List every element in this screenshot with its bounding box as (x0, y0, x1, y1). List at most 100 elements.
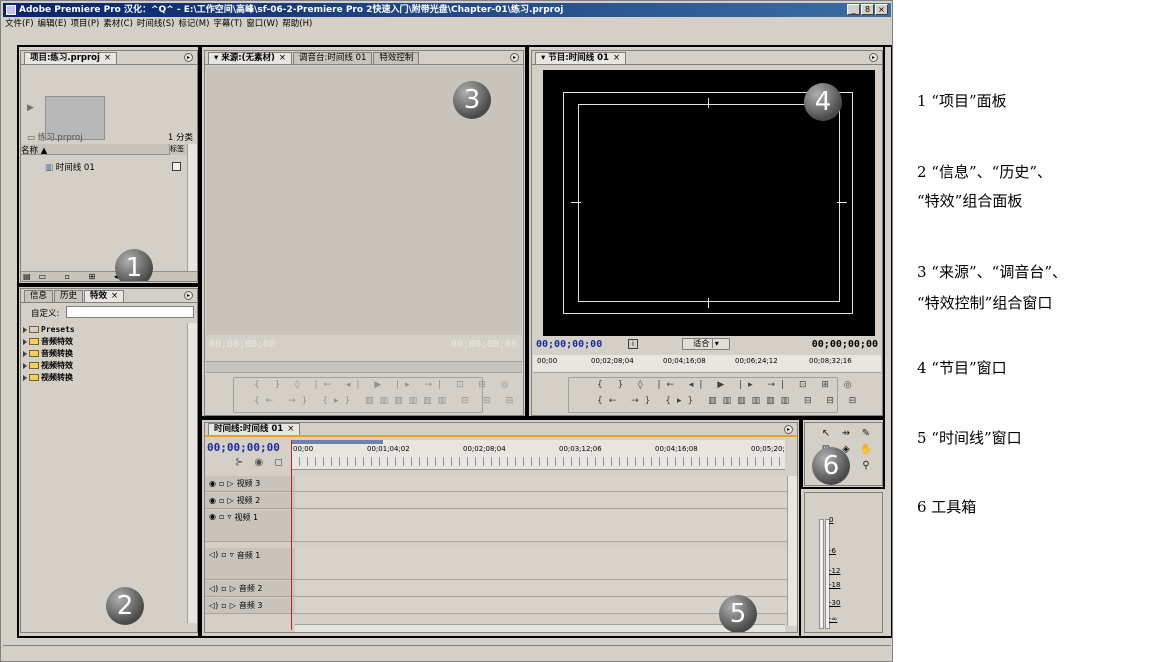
lock-icon[interactable]: ▫ (219, 496, 224, 505)
folder-icon (29, 362, 39, 369)
menu-sequence[interactable]: 时间线(S) (137, 18, 175, 30)
menu-marker[interactable]: 标记(M) (178, 18, 209, 30)
panel-menu-icon[interactable]: ▸ (184, 291, 193, 300)
source-timecode-current[interactable]: 00;00;00;00 (209, 339, 275, 350)
expand-icon[interactable] (23, 350, 27, 357)
track-audio2[interactable] (295, 581, 787, 597)
track-header-video2[interactable]: ◉ ▫ ▷ 视频 2 (205, 493, 295, 509)
expand-icon[interactable] (23, 338, 27, 345)
menu-clip[interactable]: 素材(C) (103, 18, 133, 30)
close-button[interactable]: × (875, 4, 888, 15)
tab-history[interactable]: 历史 (54, 290, 84, 302)
tab-effects[interactable]: 特效 × (84, 290, 125, 302)
effects-item-video-effects[interactable]: 视频特效 (23, 360, 73, 371)
menu-edit[interactable]: 编辑(E) (38, 18, 67, 30)
column-header-label[interactable]: 标签 (169, 144, 187, 155)
project-bottom-toolbar: ▤▭ ▫ ⊞ ◂▸ (21, 271, 197, 281)
track-header-audio2[interactable]: ◁) ▫ ▷ 音频 2 (205, 581, 295, 597)
tab-audio-mixer[interactable]: 调音台:时间线 01 (293, 52, 373, 64)
transport-buttons-row2[interactable]: {← →} {▸} ▥▥▥▥▥▥ ⊟ ⊟ ⊟ (597, 396, 862, 406)
tab-timeline[interactable]: 时间线:时间线 01 × (208, 423, 301, 435)
track-video2[interactable] (295, 493, 787, 509)
playhead[interactable] (291, 440, 292, 630)
close-icon[interactable]: × (613, 53, 620, 63)
close-icon[interactable]: × (287, 424, 294, 434)
zoom-tool-icon[interactable]: ⚲ (859, 459, 873, 473)
panel-menu-icon[interactable]: ▸ (184, 53, 193, 62)
speaker-icon[interactable]: ◁) (209, 584, 218, 593)
effects-item-audio-effects[interactable]: 音频特效 (23, 336, 73, 347)
track-header-audio1[interactable]: ◁) ▫ ▿ 音频 1 (205, 548, 295, 580)
zoom-select[interactable]: 适合 ▾ (682, 338, 730, 350)
scrollbar[interactable] (187, 323, 197, 623)
transport-buttons-row1[interactable]: { } ◊ |← ◂| ▶ |▸ →| ⊡ ⊞ ◎ (597, 380, 858, 390)
program-time-ruler[interactable]: 00;00 00;02;08;04 00;04;16;08 00;06;24;1… (533, 355, 881, 373)
maximize-button[interactable]: 8 (861, 4, 874, 15)
track-audio1[interactable] (295, 548, 787, 580)
tab-info[interactable]: 信息 (24, 290, 54, 302)
effects-item-video-transitions[interactable]: 视频转换 (23, 372, 73, 383)
eye-icon[interactable]: ◉ (209, 512, 216, 521)
tab-project[interactable]: 项目:练习.prproj × (24, 52, 118, 64)
speaker-icon[interactable]: ◁) (209, 550, 218, 559)
tab-effect-controls[interactable]: 特效控制 (373, 52, 420, 64)
search-input[interactable] (66, 306, 194, 318)
list-item-sequence[interactable]: ▥ 时间线 01 (45, 161, 95, 173)
track-audio3[interactable] (295, 598, 787, 614)
track-video3[interactable] (295, 476, 787, 492)
program-timecode-current[interactable]: 00;00;00;00 (536, 339, 602, 350)
scrollbar[interactable] (187, 144, 197, 272)
column-header-name[interactable]: 名称 ▲ (21, 144, 187, 156)
minimize-button[interactable]: _ (847, 4, 860, 15)
effects-item-presets[interactable]: Presets (23, 324, 75, 335)
lock-icon[interactable]: ▫ (221, 550, 226, 559)
menu-title[interactable]: 字幕(T) (213, 18, 242, 30)
timeline-timecode[interactable]: 00;00;00;00 (207, 441, 280, 454)
track-header-video3[interactable]: ◉ ▫ ▷ 视频 3 (205, 476, 295, 492)
menu-help[interactable]: 帮助(H) (282, 18, 312, 30)
speaker-icon[interactable]: ◁) (209, 601, 218, 610)
transport-buttons-row2[interactable]: {← →} {▸} ▥▥▥▥▥▥ ⊟ ⊟ ⊟ (254, 396, 519, 406)
expand-icon[interactable] (23, 374, 27, 381)
timecode-toggle-icon[interactable]: i (628, 339, 638, 349)
track-video1[interactable] (295, 510, 787, 542)
lock-icon[interactable]: ▫ (221, 601, 226, 610)
panel-menu-icon[interactable]: ▸ (869, 53, 878, 62)
scrollbar[interactable] (787, 476, 797, 626)
project-tabbar: 项目:练习.prproj × (21, 51, 197, 65)
close-icon[interactable]: × (279, 53, 286, 63)
title-safe-frame (578, 104, 840, 302)
eye-icon[interactable]: ◉ (209, 496, 216, 505)
effects-item-audio-transitions[interactable]: 音频转换 (23, 348, 73, 359)
expand-icon[interactable] (23, 326, 27, 333)
timeline-tool-icons[interactable]: ⊱ ◉ ◻ (235, 457, 287, 468)
panel-menu-icon[interactable]: ▸ (784, 425, 793, 434)
effects-tabbar: 信息 历史 特效 × (21, 289, 197, 303)
transport-buttons-row1[interactable]: { } ◊ |← ◂| ▶ |▸ →| ⊡ ⊞ ◎ (254, 380, 515, 390)
work-area-bar[interactable] (291, 440, 383, 444)
track-header-video1[interactable]: ◉ ▫ ▿ 视频 1 (205, 510, 295, 542)
expand-icon[interactable] (23, 362, 27, 369)
lock-icon[interactable]: ▫ (221, 584, 226, 593)
menu-window[interactable]: 窗口(W) (246, 18, 278, 30)
track-select-tool-icon[interactable]: ⇸ (839, 427, 853, 441)
lock-icon[interactable]: ▫ (219, 512, 224, 521)
timeline-time-ruler[interactable]: 00;00 00;01;04;02 00;02;08;04 00;03;12;0… (291, 440, 785, 470)
play-icon[interactable]: ▶ (27, 103, 34, 113)
tab-program[interactable]: ▾ 节目:时间线 01 × (535, 52, 627, 64)
timeline-zoom-slider[interactable] (295, 624, 785, 632)
tab-source[interactable]: ▾ 来源:(无素材) × (208, 52, 293, 64)
panel-menu-icon[interactable]: ▸ (510, 53, 519, 62)
lock-icon[interactable]: ▫ (219, 479, 224, 488)
close-icon[interactable]: × (111, 291, 118, 301)
close-icon[interactable]: × (104, 53, 111, 63)
sequence-icon: ▥ (45, 163, 54, 173)
menu-file[interactable]: 文件(F) (5, 18, 34, 30)
track-header-audio3[interactable]: ◁) ▫ ▷ 音频 3 (205, 598, 295, 614)
selection-tool-icon[interactable]: ↖ (819, 427, 833, 441)
hand-tool-icon[interactable]: ✋ (859, 443, 873, 457)
menu-project[interactable]: 项目(P) (71, 18, 100, 30)
source-time-ruler[interactable] (206, 361, 522, 373)
pen-tool-icon[interactable]: ✎ (859, 427, 873, 441)
eye-icon[interactable]: ◉ (209, 479, 216, 488)
